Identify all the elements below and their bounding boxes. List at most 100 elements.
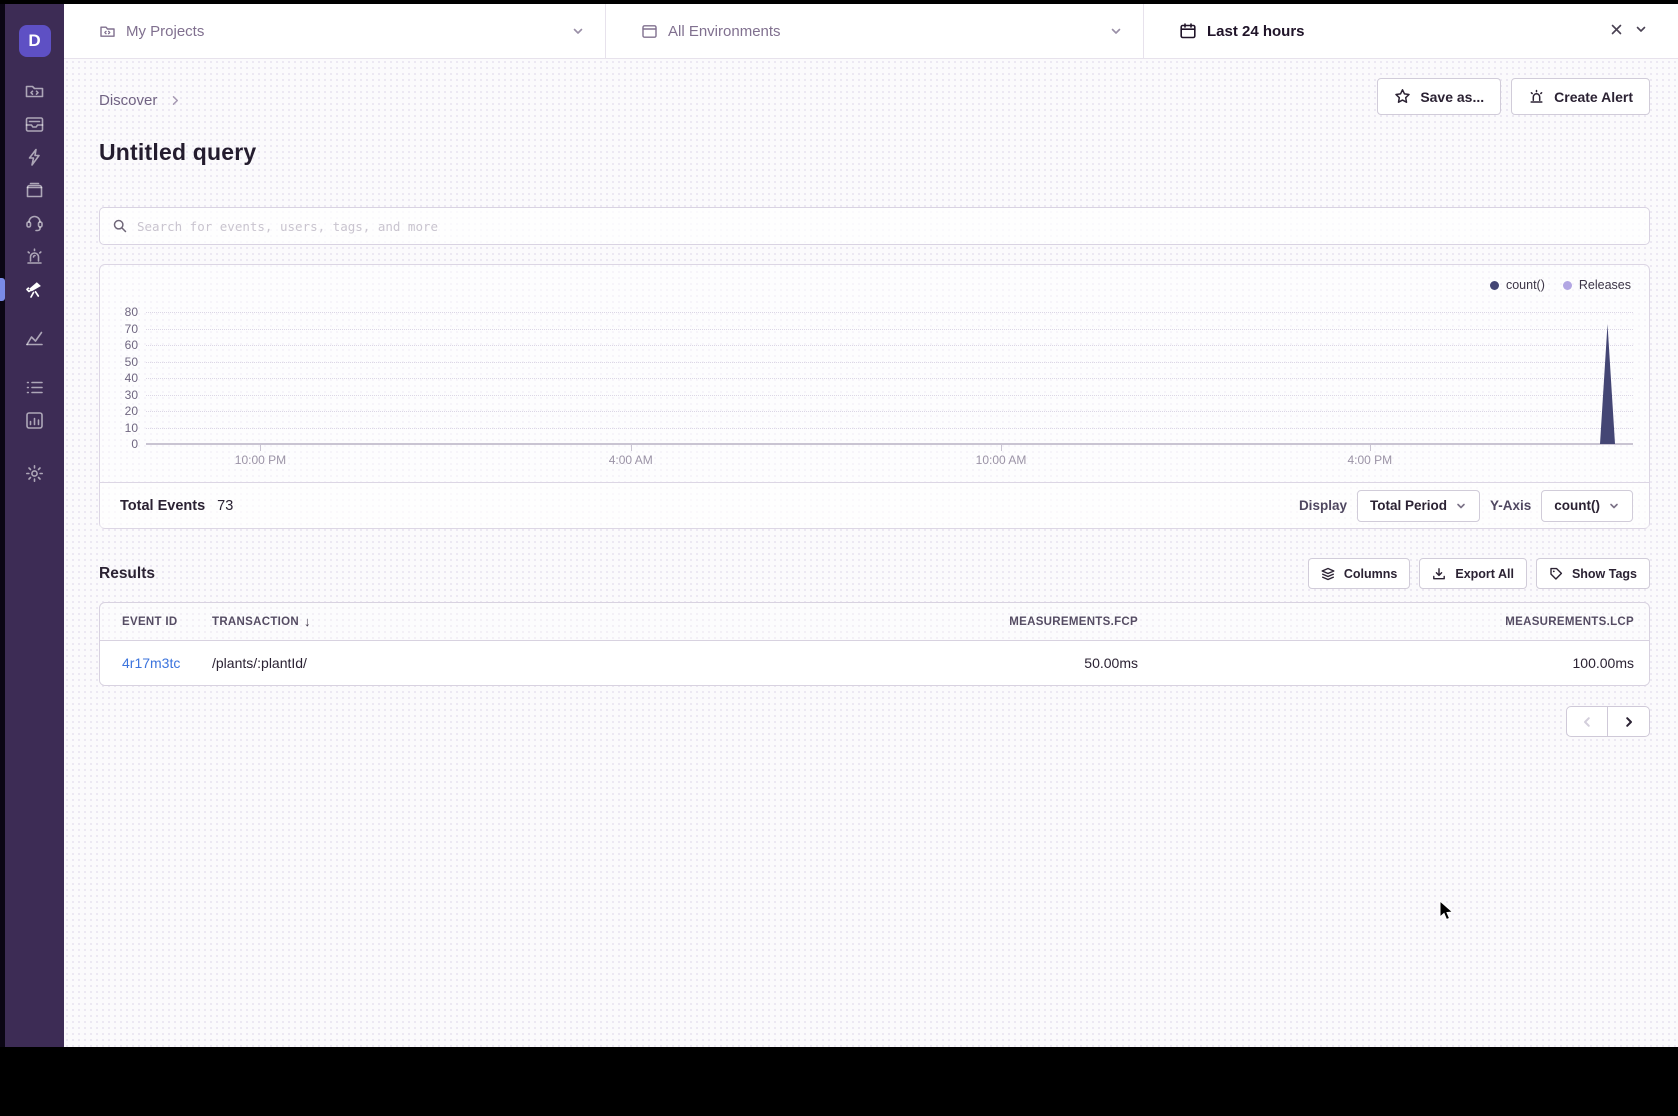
y-axis-tick: 50 (112, 355, 138, 369)
star-icon (1394, 88, 1411, 105)
save-as-button[interactable]: Save as... (1377, 78, 1501, 115)
column-header-measurements-fcp[interactable]: MEASUREMENTS.FCP (710, 616, 1138, 628)
create-alert-button[interactable]: Create Alert (1511, 78, 1650, 115)
search-bar[interactable] (99, 207, 1650, 245)
dashboards-line-chart-icon (24, 328, 45, 349)
tag-icon (1549, 567, 1563, 581)
breadcrumb-discover-link[interactable]: Discover (99, 92, 157, 109)
fcp-cell: 50.00ms (710, 655, 1138, 671)
events-chart-panel: count() Releases 80 70 60 50 (99, 264, 1650, 529)
x-axis-tick: 4:00 PM (1347, 453, 1392, 467)
sidebar-item-releases[interactable] (5, 180, 64, 201)
environment-window-icon (641, 23, 658, 40)
chevron-down-icon (1109, 24, 1123, 38)
count-series-spike (1600, 324, 1615, 444)
projects-folder-icon (24, 81, 45, 102)
environment-selector[interactable]: All Environments (605, 4, 1143, 58)
chevron-left-icon (1580, 715, 1594, 729)
chevron-down-icon (571, 24, 585, 38)
performance-lightning-icon (24, 147, 45, 168)
column-header-measurements-lcp[interactable]: MEASUREMENTS.LCP (1138, 616, 1634, 628)
chevron-down-icon (1608, 500, 1620, 512)
project-selector[interactable]: My Projects (64, 4, 605, 58)
active-indicator (0, 278, 5, 301)
chevron-down-icon[interactable] (1634, 22, 1648, 40)
discover-page: Discover Save as... Create Alert (64, 59, 1678, 1047)
sidebar-item-user-feedback[interactable] (5, 213, 64, 234)
transaction-cell: /plants/:plantId/ (212, 655, 710, 671)
releases-series-dot-icon (1563, 281, 1572, 290)
environment-selector-label: All Environments (668, 23, 781, 40)
clear-date-filter-icon[interactable] (1609, 22, 1624, 41)
page-title: Untitled query (99, 139, 1650, 166)
columns-button[interactable]: Columns (1308, 558, 1410, 589)
search-input[interactable] (137, 219, 1637, 234)
chart-plot-area: 80 70 60 50 40 30 20 10 0 (146, 312, 1633, 444)
layers-icon (1321, 567, 1335, 581)
results-table-header: EVENT ID TRANSACTION ↓ MEASUREMENTS.FCP … (100, 603, 1649, 641)
project-selector-label: My Projects (126, 23, 204, 40)
legend-item-releases[interactable]: Releases (1563, 278, 1631, 292)
events-chart: count() Releases 80 70 60 50 (100, 265, 1649, 482)
sidebar-item-dashboards[interactable] (5, 328, 64, 349)
display-mode-select[interactable]: Total Period (1357, 490, 1480, 522)
export-all-button[interactable]: Export All (1419, 558, 1527, 589)
y-axis-tick: 80 (112, 305, 138, 319)
date-range-selector[interactable]: Last 24 hours (1143, 4, 1678, 58)
pagination (99, 706, 1650, 737)
user-feedback-headset-icon (24, 213, 45, 234)
sidebar-item-settings[interactable] (5, 463, 64, 484)
sidebar-item-monitors[interactable] (5, 377, 64, 398)
releases-box-icon (24, 180, 45, 201)
y-axis-tick: 0 (112, 437, 138, 451)
sidebar-item-performance[interactable] (5, 147, 64, 168)
sidebar-item-stats[interactable] (5, 410, 64, 431)
event-id-link[interactable]: 4r17m3tc (122, 655, 212, 671)
sidebar-item-alerts[interactable] (5, 246, 64, 267)
projects-folder-icon (99, 23, 116, 40)
sidebar-item-projects[interactable] (5, 81, 64, 102)
y-axis-tick: 20 (112, 404, 138, 418)
x-axis-tick: 10:00 PM (235, 453, 286, 467)
x-axis-tick: 4:00 AM (609, 453, 653, 467)
y-axis-select[interactable]: count() (1541, 490, 1633, 522)
siren-icon (1528, 88, 1545, 105)
next-page-button[interactable] (1608, 706, 1650, 737)
chart-legend: count() Releases (1490, 278, 1631, 292)
sidebar-item-issues[interactable] (5, 114, 64, 135)
chevron-down-icon (1455, 500, 1467, 512)
sort-descending-icon: ↓ (304, 614, 311, 629)
org-avatar[interactable]: D (19, 25, 51, 57)
sidebar-item-discover[interactable] (5, 279, 64, 300)
y-axis-tick: 70 (112, 322, 138, 336)
issues-inbox-icon (24, 114, 45, 135)
stats-bar-chart-icon (24, 410, 45, 431)
display-label: Display (1299, 498, 1347, 513)
results-table: EVENT ID TRANSACTION ↓ MEASUREMENTS.FCP … (99, 602, 1650, 686)
y-axis-tick: 10 (112, 421, 138, 435)
date-range-label: Last 24 hours (1207, 23, 1305, 40)
total-events-value: 73 (217, 498, 233, 514)
column-header-event-id[interactable]: EVENT ID (122, 616, 212, 628)
app-screen: D (0, 0, 1678, 1116)
monitors-list-icon (24, 377, 45, 398)
lcp-cell: 100.00ms (1138, 655, 1634, 671)
legend-item-count[interactable]: count() (1490, 278, 1545, 292)
previous-page-button[interactable] (1566, 706, 1608, 737)
top-filter-bar: My Projects All Environments (64, 4, 1678, 59)
settings-gear-icon (24, 463, 45, 484)
results-heading: Results (99, 565, 155, 583)
y-axis-tick: 30 (112, 388, 138, 402)
table-row: 4r17m3tc /plants/:plantId/ 50.00ms 100.0… (100, 641, 1649, 685)
chevron-right-icon (1622, 715, 1636, 729)
x-axis-tick: 10:00 AM (976, 453, 1027, 467)
sidebar: D (5, 4, 64, 1047)
x-axis-labels: 10:00 PM 4:00 AM 10:00 AM 4:00 PM (146, 444, 1633, 471)
alerts-siren-icon (24, 246, 45, 267)
breadcrumb: Discover (99, 92, 182, 109)
show-tags-button[interactable]: Show Tags (1536, 558, 1650, 589)
discover-telescope-icon (24, 279, 45, 300)
y-axis-tick: 40 (112, 371, 138, 385)
column-header-transaction[interactable]: TRANSACTION ↓ (212, 614, 710, 629)
download-icon (1432, 567, 1446, 581)
